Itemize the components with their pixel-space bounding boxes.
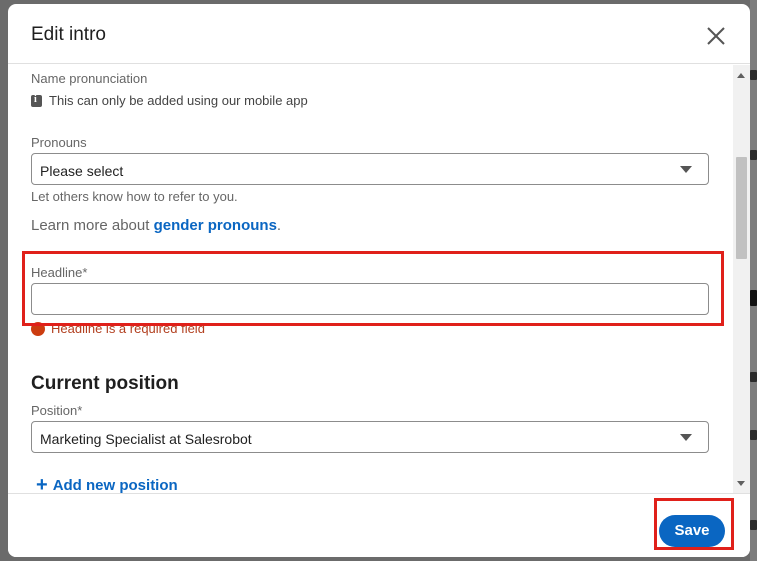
dialog-title: Edit intro — [31, 24, 106, 45]
edit-intro-dialog: Edit intro Name pronunciation This can o… — [8, 4, 750, 557]
position-label: Position* — [31, 403, 83, 418]
save-button[interactable]: Save — [659, 515, 725, 547]
learn-more-suffix: . — [276, 217, 282, 234]
position-selected-value: Marketing Specialist at Salesrobot — [40, 431, 252, 447]
current-position-heading: Current position — [31, 373, 179, 394]
background-text-fragment — [750, 70, 757, 80]
dialog-header: Edit intro — [8, 4, 750, 64]
background-page — [750, 0, 757, 561]
headline-input[interactable] — [31, 283, 709, 315]
pronouns-label: Pronouns — [31, 135, 87, 150]
info-icon — [31, 94, 42, 107]
pronouns-selected-value: Please select — [40, 163, 124, 179]
position-select[interactable]: Marketing Specialist at Salesrobot — [31, 421, 709, 453]
learn-more-prefix: Learn more about — [31, 217, 154, 234]
dialog-body[interactable]: Name pronunciation This can only be adde… — [8, 65, 750, 493]
background-text-fragment — [750, 520, 757, 530]
dialog-footer: Save — [8, 493, 750, 557]
add-new-position-button[interactable]: + Add new position — [36, 475, 178, 493]
add-new-position-label: Add new position — [52, 476, 178, 494]
plus-icon: + — [36, 474, 48, 493]
chevron-down-icon — [680, 434, 692, 441]
pronouns-select[interactable]: Please select — [31, 153, 709, 185]
chevron-down-icon — [680, 166, 692, 173]
background-text-fragment — [750, 430, 757, 440]
background-image-fragment — [750, 290, 757, 306]
name-pronunciation-info-text: This can only be added using our mobile … — [49, 93, 308, 108]
learn-more-text: Learn more about gender pronouns. — [31, 217, 281, 234]
background-text-fragment — [750, 150, 757, 160]
scroll-down-arrow-icon[interactable] — [737, 481, 745, 486]
name-pronunciation-info: This can only be added using our mobile … — [31, 93, 308, 108]
name-pronunciation-label: Name pronunciation — [31, 71, 148, 86]
headline-error-text: Headline is a required field — [51, 321, 205, 336]
pronouns-helper: Let others know how to refer to you. — [31, 189, 238, 204]
dialog-scrollbar[interactable] — [733, 65, 750, 493]
scrollbar-thumb[interactable] — [736, 157, 747, 259]
error-icon — [31, 321, 45, 336]
close-button[interactable] — [704, 24, 728, 48]
close-icon — [707, 27, 725, 45]
background-text-fragment — [750, 372, 757, 382]
headline-label: Headline* — [31, 265, 88, 280]
scroll-up-arrow-icon[interactable] — [737, 73, 745, 78]
gender-pronouns-link[interactable]: gender pronouns — [154, 217, 277, 234]
headline-error: Headline is a required field — [31, 321, 205, 336]
